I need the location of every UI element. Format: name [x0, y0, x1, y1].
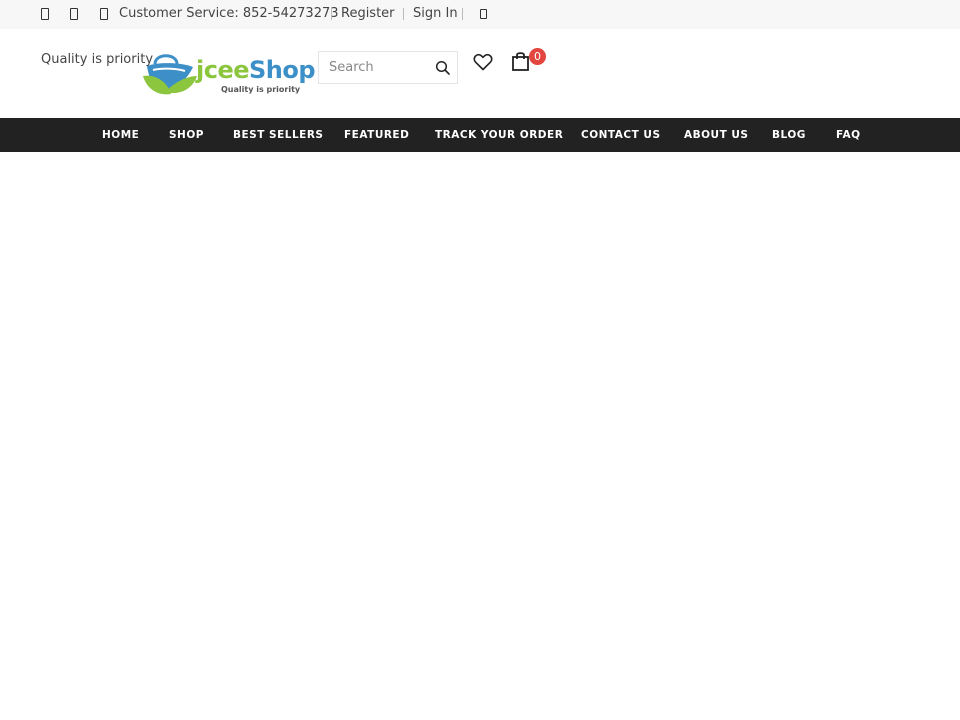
- register-link[interactable]: Register: [341, 6, 395, 22]
- nav-item-best-sellers[interactable]: BEST SELLERS: [233, 118, 324, 152]
- main-navigation: HOME SHOP BEST SELLERS FEATURED TRACK YO…: [0, 118, 960, 152]
- nav-item-about-us[interactable]: ABOUT US: [684, 118, 749, 152]
- search-box: [318, 51, 458, 84]
- instagram-icon[interactable]: [100, 8, 108, 20]
- divider: [403, 8, 404, 20]
- nav-item-contact-us[interactable]: CONTACT US: [581, 118, 661, 152]
- logo-wordmark: jceeShop: [196, 56, 316, 84]
- language-icon[interactable]: [480, 9, 487, 19]
- logo-word-part1: jcee: [196, 56, 250, 84]
- nav-item-blog[interactable]: BLOG: [772, 118, 806, 152]
- logo-subtitle: Quality is priority: [221, 85, 301, 94]
- divider: [331, 8, 332, 20]
- cart-count-badge[interactable]: 0: [529, 48, 546, 65]
- tagline: Quality is priority: [41, 52, 154, 67]
- logo-word-part2: Shop: [249, 56, 316, 84]
- divider: [462, 8, 463, 20]
- logo-basket-icon: [143, 54, 197, 95]
- nav-item-faq[interactable]: FAQ: [836, 118, 861, 152]
- top-bar: Customer Service: 852-54273273 Register …: [0, 0, 960, 29]
- nav-item-home[interactable]: HOME: [102, 118, 139, 152]
- search-input[interactable]: [319, 52, 431, 83]
- facebook-icon[interactable]: [41, 8, 49, 20]
- customer-service-text: Customer Service: 852-54273273: [119, 6, 339, 21]
- nav-item-shop[interactable]: SHOP: [169, 118, 204, 152]
- heart-icon[interactable]: [473, 53, 493, 71]
- sign-in-link[interactable]: Sign In: [413, 6, 458, 22]
- search-icon[interactable]: [435, 60, 451, 76]
- nav-item-track-your-order[interactable]: TRACK YOUR ORDER: [435, 118, 563, 152]
- site-logo[interactable]: jceeShop Quality is priority: [141, 50, 319, 98]
- nav-item-featured[interactable]: FEATURED: [344, 118, 409, 152]
- twitter-icon[interactable]: [70, 8, 78, 20]
